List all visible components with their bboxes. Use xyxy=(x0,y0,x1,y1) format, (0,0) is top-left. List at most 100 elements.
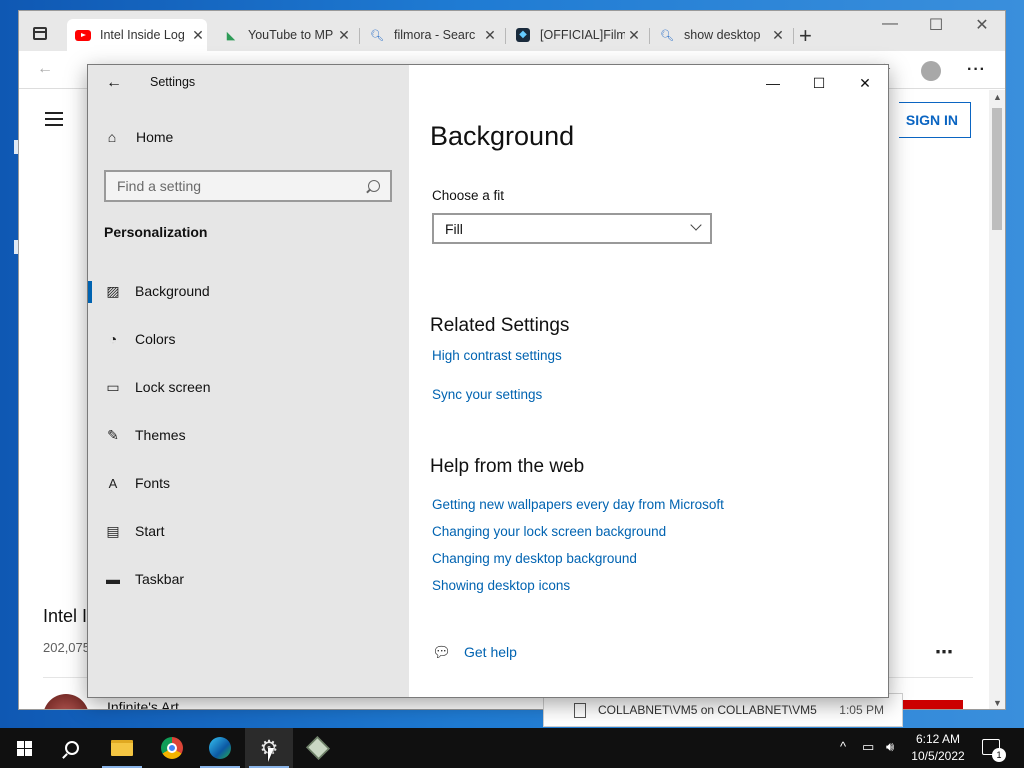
nav-item-fonts[interactable]: A Fonts xyxy=(88,463,409,503)
scroll-down-icon[interactable]: ▼ xyxy=(993,698,1002,708)
home-link[interactable]: ⌂ Home xyxy=(104,129,174,145)
package-icon xyxy=(306,736,330,760)
view-count: 202,075 xyxy=(43,640,90,655)
help-link-desktop-background[interactable]: Changing my desktop background xyxy=(432,551,637,566)
profile-avatar[interactable] xyxy=(921,61,941,81)
nav-label: Fonts xyxy=(135,475,171,491)
filmora-icon: ◆ xyxy=(515,27,531,43)
tab-label: show desktop xyxy=(684,28,761,42)
system-clock[interactable]: 6:12 AM 10/5/2022 xyxy=(906,731,970,765)
scrollbar-thumb[interactable] xyxy=(992,108,1002,230)
folder-icon xyxy=(111,740,133,756)
search-box[interactable] xyxy=(104,170,392,202)
close-tab-icon[interactable]: ✕ xyxy=(189,27,207,44)
start-button[interactable] xyxy=(0,728,48,768)
scroll-up-icon[interactable]: ▲ xyxy=(993,92,1002,102)
tab-label: [OFFICIAL]Film xyxy=(540,28,625,42)
video-title: Intel I xyxy=(43,606,88,626)
taskbar-edge[interactable] xyxy=(196,728,244,768)
close-button[interactable]: ✕ xyxy=(959,15,1005,35)
tab-separator xyxy=(793,28,794,44)
subscribe-button[interactable]: CRIBE xyxy=(899,700,963,709)
maximize-button[interactable]: ☐ xyxy=(913,15,959,35)
lock-screen-icon: ▭ xyxy=(106,378,120,395)
tab-strip: Intel Inside Log ✕ ◣ YouTube to MP ✕ 🔍︎ … xyxy=(19,11,1005,51)
nav-item-colors[interactable]: ◔ Colors xyxy=(88,319,409,359)
network-icon[interactable]: ▭ xyxy=(862,739,874,755)
more-actions-icon[interactable]: ⋯ xyxy=(935,642,953,663)
taskbar-file-explorer[interactable] xyxy=(98,728,146,768)
page-title: Background xyxy=(430,121,575,151)
close-tab-icon[interactable]: ✕ xyxy=(335,27,353,44)
nav-label: Colors xyxy=(135,331,176,347)
nav-item-taskbar[interactable]: ▬ Taskbar xyxy=(88,559,409,599)
close-tab-icon[interactable]: ✕ xyxy=(769,27,787,44)
close-button[interactable]: ✕ xyxy=(842,69,888,97)
search-icon[interactable] xyxy=(368,180,380,192)
tab-separator xyxy=(359,28,360,44)
window-title: Settings xyxy=(150,75,196,89)
nav-label: Taskbar xyxy=(135,571,185,587)
back-arrow-icon[interactable]: ← xyxy=(106,74,122,92)
page-scrollbar[interactable]: ▲ ▼ xyxy=(989,90,1005,709)
start-icon: ▤ xyxy=(106,522,120,539)
taskbar-package-app[interactable] xyxy=(294,728,342,768)
download-name: COLLABNET\VM5 on COLLABNET\VM5 xyxy=(598,703,817,717)
clock-date: 10/5/2022 xyxy=(911,749,965,763)
search-button[interactable] xyxy=(48,728,96,768)
hamburger-menu-icon[interactable] xyxy=(45,112,63,130)
youtube-icon xyxy=(75,27,91,43)
nav-label: Background xyxy=(135,283,210,299)
help-link-wallpapers[interactable]: Getting new wallpapers every day from Mi… xyxy=(432,497,724,512)
help-link-lock-screen[interactable]: Changing your lock screen background xyxy=(432,524,666,539)
channel-name[interactable]: Infinite's Art xyxy=(107,699,179,709)
home-label: Home xyxy=(136,129,174,145)
settings-sidebar: ← Settings ⌂ Home Personalization ▨ Back… xyxy=(88,65,409,697)
search-icon: 🔍︎ xyxy=(660,29,674,42)
more-options-icon[interactable]: ··· xyxy=(967,61,986,79)
tab-youtube-to-mp[interactable]: ◣ YouTube to MP ✕ xyxy=(215,19,353,51)
help-link-desktop-icons[interactable]: Showing desktop icons xyxy=(432,578,570,593)
tab-show-desktop[interactable]: 🔍︎ show desktop ✕ xyxy=(651,19,787,51)
chat-help-icon: 💬︎ xyxy=(432,644,452,661)
tab-separator xyxy=(649,28,650,44)
search-input[interactable] xyxy=(117,178,368,194)
palette-icon: ◔ xyxy=(108,331,118,347)
nav-item-themes[interactable]: ✎ Themes xyxy=(88,415,409,455)
nav-item-lock-screen[interactable]: ▭ Lock screen xyxy=(88,367,409,407)
taskbar-chrome[interactable] xyxy=(148,728,196,768)
get-help-link[interactable]: 💬︎ Get help xyxy=(432,643,517,661)
chevron-up-icon[interactable]: ^ xyxy=(840,739,846,754)
chevron-down-icon xyxy=(690,219,702,231)
maximize-button[interactable]: ☐ xyxy=(796,69,842,97)
settings-window: ← Settings ⌂ Home Personalization ▨ Back… xyxy=(87,64,889,698)
mouse-cursor xyxy=(268,748,274,762)
tab-official-filmora[interactable]: ◆ [OFFICIAL]Film ✕ xyxy=(507,19,643,51)
home-icon: ⌂ xyxy=(107,129,117,145)
channel-avatar[interactable] xyxy=(43,694,89,709)
fit-value: Fill xyxy=(445,220,463,237)
volume-icon[interactable]: 🔊︎ xyxy=(886,739,894,755)
nav-item-background[interactable]: ▨ Background xyxy=(88,271,409,311)
close-tab-icon[interactable]: ✕ xyxy=(625,27,643,44)
new-tab-button[interactable]: + xyxy=(799,23,812,49)
nav-item-start[interactable]: ▤ Start xyxy=(88,511,409,551)
nav-label: Lock screen xyxy=(135,379,211,395)
minimize-button[interactable]: — xyxy=(750,69,796,97)
edge-icon xyxy=(209,737,231,759)
taskbar-icon: ▬ xyxy=(106,571,120,587)
tab-youtube-intel[interactable]: Intel Inside Log ✕ xyxy=(67,19,207,51)
sync-settings-link[interactable]: Sync your settings xyxy=(432,387,542,402)
download-time: 1:05 PM xyxy=(839,703,884,717)
close-tab-icon[interactable]: ✕ xyxy=(481,27,499,44)
tab-filmora-search[interactable]: 🔍︎ filmora - Searc ✕ xyxy=(361,19,499,51)
fit-dropdown[interactable]: Fill xyxy=(432,213,712,244)
back-arrow-icon[interactable]: ← xyxy=(37,60,53,78)
windows-icon xyxy=(16,740,32,756)
high-contrast-link[interactable]: High contrast settings xyxy=(432,348,562,363)
tab-actions-icon[interactable] xyxy=(33,27,47,40)
download-item[interactable]: COLLABNET\VM5 on COLLABNET\VM5 1:05 PM xyxy=(543,693,903,727)
minimize-button[interactable]: — xyxy=(867,15,913,33)
sign-in-button[interactable]: SIGN IN xyxy=(899,102,971,138)
clock-time: 6:12 AM xyxy=(915,732,961,746)
